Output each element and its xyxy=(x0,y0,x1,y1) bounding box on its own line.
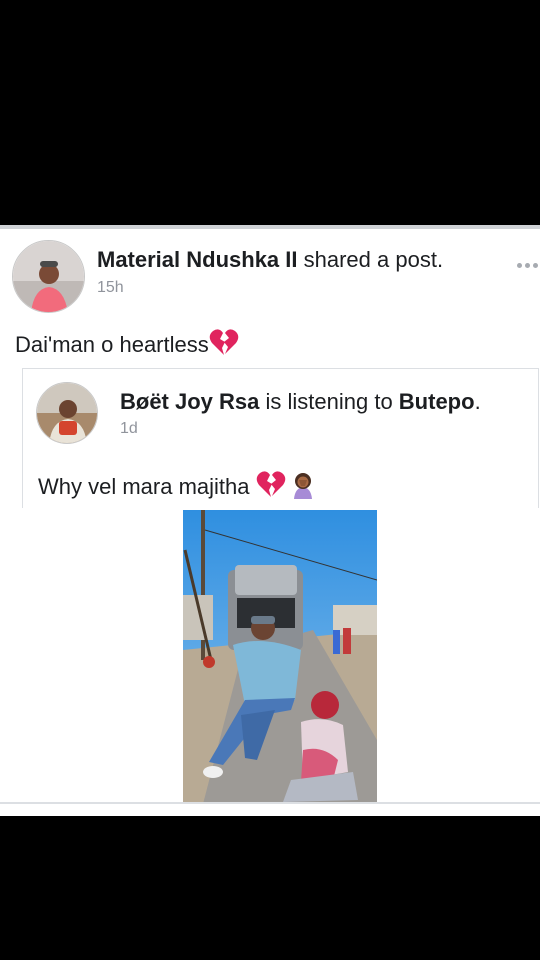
shared-author-avatar[interactable] xyxy=(36,382,98,444)
post-timestamp[interactable]: 15h xyxy=(97,279,124,297)
broken-heart-icon xyxy=(256,470,286,504)
shared-post-text: Why vel mara majitha xyxy=(38,470,316,505)
woman-facepalming-icon xyxy=(290,471,316,505)
broken-heart-icon xyxy=(209,328,239,362)
shared-post-timestamp[interactable]: 1d xyxy=(120,420,138,438)
post-photo[interactable] xyxy=(183,510,377,804)
header-punctuation: . xyxy=(474,389,481,414)
more-options-icon[interactable] xyxy=(514,260,540,270)
author-name[interactable]: Material Ndushka II xyxy=(97,247,298,272)
shared-author-name[interactable]: Bøët Joy Rsa xyxy=(120,389,259,414)
post-bottom-divider xyxy=(0,802,540,804)
caption-text: Dai'man o heartless xyxy=(15,332,209,357)
shared-post-header: Bøët Joy Rsa is listening to Butepo. xyxy=(120,389,481,415)
card-divider xyxy=(0,225,540,229)
shared-text-content: Why vel mara majitha xyxy=(38,474,250,499)
shared-post[interactable]: Bøët Joy Rsa is listening to Butepo. 1d … xyxy=(22,368,539,508)
top-letterbox xyxy=(0,0,540,225)
author-avatar[interactable] xyxy=(12,240,85,313)
post-header: Material Ndushka II shared a post. xyxy=(97,247,443,273)
feed-post-card: Material Ndushka II shared a post. 15h D… xyxy=(0,225,540,816)
post-action: shared a post. xyxy=(297,247,444,272)
post-caption: Dai'man o heartless xyxy=(15,328,239,362)
bottom-letterbox xyxy=(0,816,540,960)
shared-action: is listening to xyxy=(259,389,399,414)
music-target[interactable]: Butepo xyxy=(399,389,475,414)
